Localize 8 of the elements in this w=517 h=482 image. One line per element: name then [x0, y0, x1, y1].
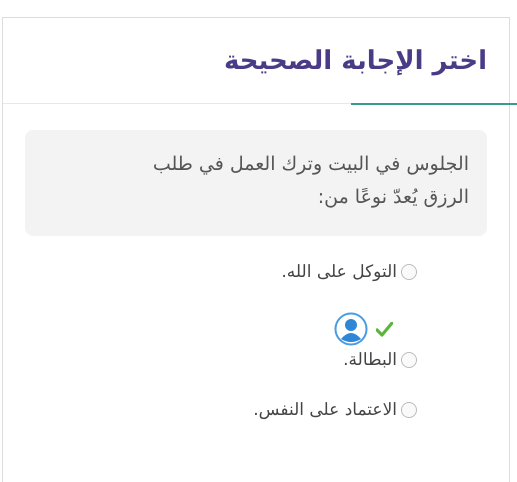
radio-button[interactable] — [401, 264, 417, 280]
question-text: الجلوس في البيت وترك العمل في طلب الرزق يُعدّ نوعًا من: — [25, 130, 487, 236]
radio-button[interactable] — [401, 402, 417, 418]
section-title: اختر الإجابة الصحيحة — [224, 46, 487, 76]
option-label: التوكل على الله. — [281, 262, 397, 282]
radio-button[interactable] — [401, 352, 417, 368]
option-label: البطالة. — [343, 350, 397, 370]
option-label: الاعتماد على النفس. — [253, 400, 397, 420]
